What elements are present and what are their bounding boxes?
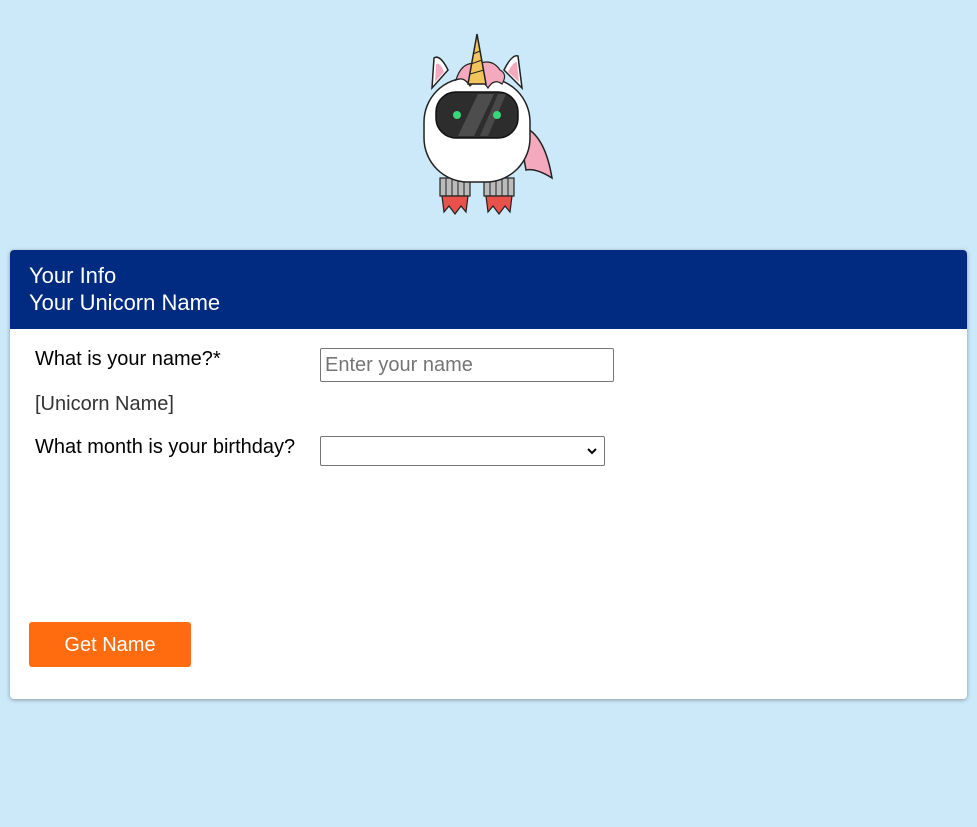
- birthday-month-select[interactable]: [320, 436, 605, 466]
- header-title: Your Info: [29, 263, 117, 288]
- card-header: Your Info Your Unicorn Name: [10, 250, 967, 329]
- name-label: What is your name?*: [35, 348, 221, 370]
- get-name-button[interactable]: Get Name: [29, 622, 191, 667]
- header-subtitle: Your Unicorn Name: [29, 290, 221, 315]
- unicorn-robot-icon: [423, 33, 554, 215]
- birthday-month-label: What month is your birthday?: [35, 436, 296, 458]
- unicorn-name-result: [Unicorn Name]: [35, 393, 174, 415]
- name-input[interactable]: [320, 348, 614, 382]
- unicorn-form-card: Your Info Your Unicorn Name What is your…: [10, 250, 967, 699]
- chevron-down-icon: [587, 448, 597, 455]
